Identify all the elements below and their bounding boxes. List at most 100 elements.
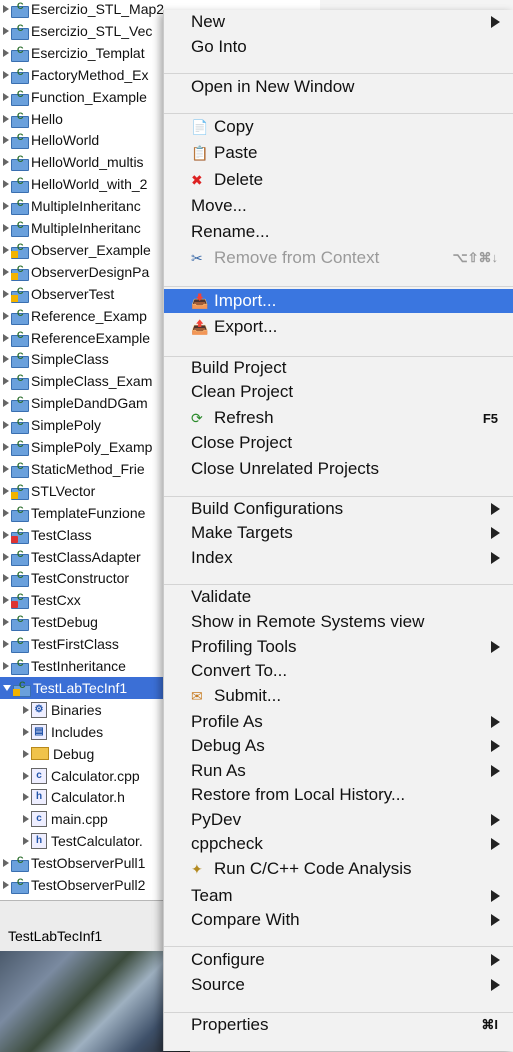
expand-arrow-icon[interactable] xyxy=(3,859,9,868)
menu-item-convert-to[interactable]: Convert To... xyxy=(164,659,513,683)
tree-item-project[interactable]: C ReferenceExample xyxy=(0,327,190,349)
expand-arrow-icon[interactable] xyxy=(3,224,9,232)
expand-arrow-icon[interactable] xyxy=(3,202,9,211)
tree-item-project[interactable]: C Observer_Example xyxy=(0,239,190,261)
expand-arrow-icon[interactable] xyxy=(3,399,9,408)
menu-item-refresh[interactable]: ⟳ Refresh F5 xyxy=(164,406,513,430)
tree-item-project[interactable]: C StaticMethod_Frie xyxy=(0,458,190,480)
expand-arrow-icon[interactable] xyxy=(23,793,29,802)
menu-item-export[interactable]: 📤 Export... xyxy=(164,315,513,339)
expand-arrow-icon[interactable] xyxy=(3,421,9,430)
menu-item-open-in-new-window[interactable]: Open in New Window xyxy=(164,75,513,99)
tree-item-project[interactable]: C SimplePoly_Examp xyxy=(0,436,190,458)
tree-item-child[interactable]: ▤ Includes xyxy=(20,721,103,743)
menu-item-pydev[interactable]: PyDev xyxy=(164,808,513,832)
menu-item-rename[interactable]: Rename... xyxy=(164,220,513,244)
expand-arrow-icon[interactable] xyxy=(3,267,9,276)
menu-item-run-as[interactable]: Run As xyxy=(164,759,513,783)
context-menu[interactable]: New Go Into Open in New Window 📄 Copy 📋 Paste ✖… xyxy=(163,10,513,1051)
expand-arrow-icon[interactable] xyxy=(3,662,9,670)
expand-arrow-icon[interactable] xyxy=(23,815,29,824)
expand-arrow-icon[interactable] xyxy=(3,26,9,35)
tree-item-project[interactable]: C TestClassAdapter xyxy=(0,546,190,568)
expand-arrow-icon[interactable] xyxy=(3,881,9,889)
expand-arrow-icon[interactable] xyxy=(3,508,9,517)
expand-arrow-icon[interactable] xyxy=(3,114,9,123)
project-explorer-tree[interactable]: C Esercizio_STL_Map2 C Esercizio_STL_Vec C Es… xyxy=(0,0,190,900)
expand-arrow-icon[interactable] xyxy=(23,837,29,846)
menu-item-validate[interactable]: Validate xyxy=(164,585,513,609)
expand-arrow-icon[interactable] xyxy=(3,48,9,57)
tree-item-project[interactable]: C Hello xyxy=(0,108,190,130)
tree-item-project[interactable]: C SimpleClass_Exam xyxy=(0,370,190,392)
expand-arrow-icon[interactable] xyxy=(3,552,9,561)
tree-item-project[interactable]: C FactoryMethod_Ex xyxy=(0,64,190,86)
menu-item-team[interactable]: Team xyxy=(164,884,513,908)
menu-item-submit[interactable]: ✉ Submit... xyxy=(164,684,513,708)
tree-item-project[interactable]: C TestObserverPull1 xyxy=(0,852,190,874)
menu-item-index[interactable]: Index xyxy=(164,546,513,570)
tree-item-project[interactable]: C MultipleInheritanc xyxy=(0,195,190,217)
menu-item-configure[interactable]: Configure xyxy=(164,948,513,972)
tree-item-project[interactable]: C TemplateFunzione xyxy=(0,502,190,524)
expand-arrow-icon[interactable] xyxy=(3,618,9,627)
tree-item-project[interactable]: C SimpleDandDGam xyxy=(0,392,190,414)
expand-arrow-icon[interactable] xyxy=(3,486,9,495)
tree-item-project[interactable]: C HelloWorld xyxy=(0,129,190,151)
menu-item-compare-with[interactable]: Compare With xyxy=(164,908,513,932)
tree-item-project[interactable]: C HelloWorld_with_2 xyxy=(0,173,190,195)
tree-item-project[interactable]: C TestObserverPull2 xyxy=(0,874,190,896)
tree-item-child[interactable]: c Calculator.cpp xyxy=(20,765,140,787)
expand-arrow-icon[interactable] xyxy=(3,443,9,451)
expand-arrow-icon[interactable] xyxy=(3,530,9,539)
menu-item-debug-as[interactable]: Debug As xyxy=(164,734,513,758)
tree-item-child[interactable]: Debug xyxy=(20,743,94,765)
expand-arrow-icon[interactable] xyxy=(3,245,9,254)
menu-item-go-into[interactable]: Go Into xyxy=(164,35,513,59)
menu-item-cppcheck[interactable]: cppcheck xyxy=(164,832,513,856)
expand-arrow-icon[interactable] xyxy=(3,574,9,583)
menu-item-delete[interactable]: ✖ Delete xyxy=(164,168,513,192)
menu-item-clean-project[interactable]: Clean Project xyxy=(164,380,513,404)
menu-item-import[interactable]: 📥 Import... xyxy=(164,289,513,313)
expand-arrow-icon[interactable] xyxy=(3,311,9,320)
expand-arrow-icon[interactable] xyxy=(3,333,9,342)
expand-arrow-icon[interactable] xyxy=(3,464,9,473)
tree-item-child[interactable]: ⚙ Binaries xyxy=(20,699,102,721)
expand-arrow-icon[interactable] xyxy=(23,705,29,714)
expand-arrow-icon[interactable] xyxy=(3,377,9,386)
tree-item-project[interactable]: C TestLabTecInf1 xyxy=(0,676,178,699)
expand-down-arrow-icon[interactable] xyxy=(3,684,11,691)
expand-arrow-icon[interactable] xyxy=(3,5,9,13)
tree-item-child[interactable]: c main.cpp xyxy=(20,808,108,830)
menu-item-profile-as[interactable]: Profile As xyxy=(164,710,513,734)
tree-item-project[interactable]: C STLVector xyxy=(0,480,190,502)
menu-item-show-in-remote-systems-view[interactable]: Show in Remote Systems view xyxy=(164,610,513,634)
menu-item-copy[interactable]: 📄 Copy xyxy=(164,115,513,139)
expand-arrow-icon[interactable] xyxy=(3,640,9,649)
expand-arrow-icon[interactable] xyxy=(3,158,9,167)
menu-item-remove-from-context[interactable]: ✂ Remove from Context ⌥⇧⌘↓ xyxy=(164,246,513,270)
menu-item-restore-from-local-history[interactable]: Restore from Local History... xyxy=(164,783,513,807)
tree-item-project[interactable]: C TestInheritance xyxy=(0,655,190,677)
tree-item-project[interactable]: C TestDebug xyxy=(0,611,190,633)
menu-item-build-project[interactable]: Build Project xyxy=(164,356,513,380)
menu-item-new[interactable]: New xyxy=(164,10,513,34)
tree-item-project[interactable]: C Esercizio_STL_Vec xyxy=(0,20,190,42)
tree-item-project[interactable]: C SimpleClass xyxy=(0,348,190,370)
expand-arrow-icon[interactable] xyxy=(3,92,9,101)
expand-arrow-icon[interactable] xyxy=(3,355,9,364)
menu-item-close-project[interactable]: Close Project xyxy=(164,431,513,455)
tree-item-project[interactable]: C Esercizio_Templat xyxy=(0,42,190,64)
expand-arrow-icon[interactable] xyxy=(3,180,9,189)
expand-arrow-icon[interactable] xyxy=(23,727,29,736)
tree-item-project[interactable]: C MultipleInheritanc xyxy=(0,217,190,239)
expand-arrow-icon[interactable] xyxy=(3,596,9,605)
tree-item-project[interactable]: C Esercizio_STL_Map2 xyxy=(0,0,190,20)
tree-item-project[interactable]: C TestFirstClass xyxy=(0,633,190,655)
expand-arrow-icon[interactable] xyxy=(3,70,9,79)
menu-item-profiling-tools[interactable]: Profiling Tools xyxy=(164,635,513,659)
tree-item-project[interactable]: C Function_Example xyxy=(0,86,190,108)
menu-item-properties[interactable]: Properties ⌘I xyxy=(164,1013,513,1037)
expand-arrow-icon[interactable] xyxy=(3,289,9,298)
